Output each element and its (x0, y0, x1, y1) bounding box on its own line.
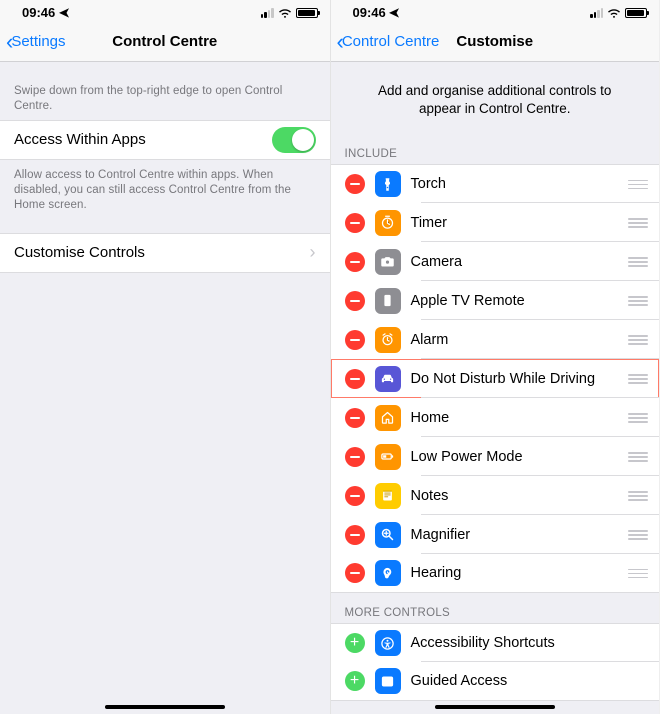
control-row[interactable]: Camera (331, 242, 660, 281)
remove-button[interactable] (345, 369, 365, 389)
reorder-handle[interactable] (627, 335, 649, 345)
reorder-handle[interactable] (627, 257, 649, 267)
include-header: INCLUDE (331, 134, 660, 164)
reorder-handle[interactable] (627, 218, 649, 228)
control-label: Home (411, 410, 628, 426)
control-label: Notes (411, 488, 628, 504)
remove-button[interactable] (345, 525, 365, 545)
toggle-footer: Allow access to Control Centre within ap… (0, 160, 330, 219)
home-indicator[interactable] (105, 705, 225, 709)
remove-button[interactable] (345, 252, 365, 272)
lock-icon (375, 668, 401, 694)
cellular-icon (261, 8, 274, 18)
reorder-handle[interactable] (627, 296, 649, 306)
location-icon: ➤ (389, 5, 400, 21)
remove-button[interactable] (345, 174, 365, 194)
alarm-icon (375, 327, 401, 353)
include-list: Torch Timer Camera Apple TV Remote Alarm Do N… (331, 164, 660, 593)
timer-icon (375, 210, 401, 236)
add-button[interactable] (345, 671, 365, 691)
customise-controls-cell[interactable]: Customise Controls › (0, 233, 330, 273)
back-label: Control Centre (342, 33, 440, 50)
status-time: 09:46 ➤ (353, 5, 401, 21)
remove-button[interactable] (345, 447, 365, 467)
control-row[interactable]: Do Not Disturb While Driving (331, 359, 660, 398)
intro-text: Add and organise additional controls to … (331, 62, 660, 134)
battery-icon (296, 8, 318, 18)
back-button[interactable]: ‹ Control Centre (337, 31, 440, 53)
wifi-icon (607, 8, 621, 18)
control-row[interactable]: Low Power Mode (331, 437, 660, 476)
reorder-handle[interactable] (627, 413, 649, 423)
control-row[interactable]: Magnifier (331, 515, 660, 554)
status-bar: 09:46 ➤ (0, 0, 330, 22)
control-label: Alarm (411, 332, 628, 348)
remove-button[interactable] (345, 408, 365, 428)
nav-bar: ‹ Settings Control Centre (0, 22, 330, 62)
magnifier-icon (375, 522, 401, 548)
control-row[interactable]: Accessibility Shortcuts (331, 623, 660, 662)
battery-icon (375, 444, 401, 470)
nav-bar: ‹ Control Centre Customise (331, 22, 660, 62)
toggle-label: Access Within Apps (14, 131, 272, 148)
screen-customise: 09:46 ➤ ‹ Control Centre Customise Add a… (330, 0, 660, 714)
control-label: Guided Access (411, 673, 650, 689)
remove-button[interactable] (345, 486, 365, 506)
reorder-handle[interactable] (627, 374, 649, 384)
accessibility-icon (375, 630, 401, 656)
camera-icon (375, 249, 401, 275)
control-row[interactable]: Notes (331, 476, 660, 515)
status-time: 09:46 ➤ (22, 5, 70, 21)
home-icon (375, 405, 401, 431)
control-label: Magnifier (411, 527, 628, 543)
reorder-handle[interactable] (627, 569, 649, 579)
control-label: Apple TV Remote (411, 293, 628, 309)
remove-button[interactable] (345, 291, 365, 311)
back-label: Settings (11, 33, 65, 50)
remote-icon (375, 288, 401, 314)
remove-button[interactable] (345, 213, 365, 233)
reorder-handle[interactable] (627, 491, 649, 501)
status-bar: 09:46 ➤ (331, 0, 660, 22)
access-within-apps-cell[interactable]: Access Within Apps (0, 120, 330, 160)
cellular-icon (590, 8, 603, 18)
control-label: Timer (411, 215, 628, 231)
wifi-icon (278, 8, 292, 18)
control-label: Do Not Disturb While Driving (411, 371, 628, 387)
chevron-right-icon: › (310, 242, 316, 263)
control-row[interactable]: Hearing (331, 554, 660, 593)
control-row[interactable]: Apple TV Remote (331, 281, 660, 320)
car-icon (375, 366, 401, 392)
remove-button[interactable] (345, 330, 365, 350)
control-row[interactable]: Torch (331, 164, 660, 203)
hint-text: Swipe down from the top-right edge to op… (0, 62, 330, 120)
control-row[interactable]: Timer (331, 203, 660, 242)
reorder-handle[interactable] (627, 180, 649, 190)
reorder-handle[interactable] (627, 530, 649, 540)
control-label: Camera (411, 254, 628, 270)
remove-button[interactable] (345, 563, 365, 583)
notes-icon (375, 483, 401, 509)
control-label: Accessibility Shortcuts (411, 635, 650, 651)
control-row[interactable]: Alarm (331, 320, 660, 359)
location-icon: ➤ (59, 5, 70, 21)
control-label: Torch (411, 176, 628, 192)
control-label: Hearing (411, 565, 628, 581)
back-button[interactable]: ‹ Settings (6, 31, 66, 53)
reorder-handle[interactable] (627, 452, 649, 462)
home-indicator[interactable] (435, 705, 555, 709)
control-label: Low Power Mode (411, 449, 628, 465)
more-controls-list: Accessibility Shortcuts Guided Access (331, 623, 660, 701)
control-row[interactable]: Home (331, 398, 660, 437)
screen-control-centre: 09:46 ➤ ‹ Settings Control Centre Swipe … (0, 0, 330, 714)
control-row[interactable]: Guided Access (331, 662, 660, 701)
ear-icon (375, 560, 401, 586)
more-controls-header: MORE CONTROLS (331, 593, 660, 623)
add-button[interactable] (345, 633, 365, 653)
access-within-apps-toggle[interactable] (272, 127, 316, 153)
battery-icon (625, 8, 647, 18)
torch-icon (375, 171, 401, 197)
customise-controls-label: Customise Controls (14, 244, 310, 261)
